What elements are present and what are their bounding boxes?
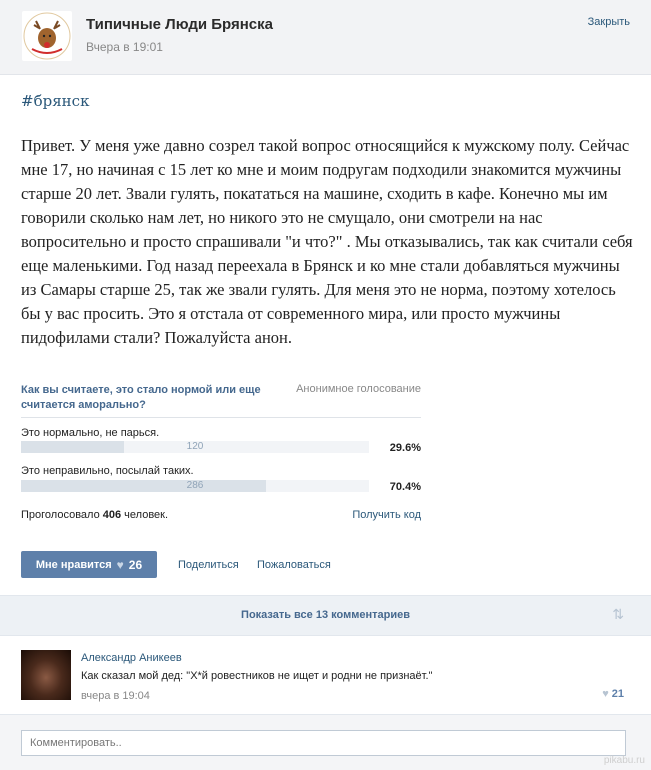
voted-suffix: человек. [124, 509, 169, 521]
like-button[interactable]: Мне нравится ♥ 26 [21, 551, 157, 578]
like-label: Мне нравится [35, 558, 112, 571]
poll-option-count: 120 [186, 441, 204, 452]
group-avatar[interactable] [22, 11, 72, 61]
group-name[interactable]: Типичные Люди Брянска [86, 16, 273, 33]
show-all-comments-link[interactable]: Показать все 13 комментариев [0, 609, 651, 621]
comment-input[interactable] [21, 730, 626, 756]
post-time[interactable]: Вчера в 19:01 [86, 40, 163, 54]
post-text: Привет. У меня уже давно созрел такой во… [21, 136, 633, 347]
comment-author[interactable]: Александр Аникеев [81, 652, 182, 664]
sort-arrows-icon[interactable]: ⇅ [612, 606, 624, 623]
poll-divider [21, 417, 421, 418]
comment-time[interactable]: вчера в 19:04 [81, 690, 150, 702]
comment-text: Как сказал мой дед: "Х*й ровестников не … [81, 670, 433, 682]
poll-voted-total: Проголосовало 406 человек. [21, 509, 168, 521]
close-button[interactable]: Закрыть [588, 16, 630, 28]
get-code-link[interactable]: Получить код [352, 509, 421, 521]
poll-option-percent: 70.4% [389, 481, 421, 493]
hashtag-link[interactable]: #брянск [21, 92, 89, 110]
comment: Александр Аникеев Как сказал мой дед: "Х… [0, 636, 651, 712]
poll-option-label: Это нормально, не парься. [21, 427, 160, 439]
heart-icon: ♥ [116, 557, 124, 572]
poll-option-bar[interactable]: 286 [21, 480, 369, 492]
poll-question: Как вы считаете, это стало нормой или ещ… [21, 384, 261, 411]
heart-icon: ♥ [602, 688, 609, 700]
post-header: Типичные Люди Брянска Вчера в 19:01 Закр… [0, 0, 651, 75]
poll-type: Анонимное голосование [296, 383, 421, 395]
comment-like-count: 21 [611, 688, 624, 700]
comment-like-button[interactable]: ♥ 21 [602, 688, 624, 700]
voted-prefix: Проголосовало [21, 509, 100, 521]
poll-option-label: Это неправильно, посылай таких. [21, 465, 194, 477]
poll-option-count: 286 [186, 480, 204, 491]
voted-count: 406 [102, 509, 122, 521]
report-link[interactable]: Пожаловаться [257, 559, 331, 571]
poll-option-bar[interactable]: 120 [21, 441, 369, 453]
share-link[interactable]: Поделиться [178, 559, 239, 571]
comments-bar: Показать все 13 комментариев ⇅ [0, 595, 651, 636]
deer-logo-icon [23, 12, 71, 60]
poll-option-percent: 29.6% [389, 442, 421, 454]
like-count: 26 [128, 557, 143, 572]
comment-box: pikabu.ru [0, 714, 651, 770]
commenter-avatar[interactable] [21, 650, 71, 700]
watermark: pikabu.ru [603, 755, 645, 766]
